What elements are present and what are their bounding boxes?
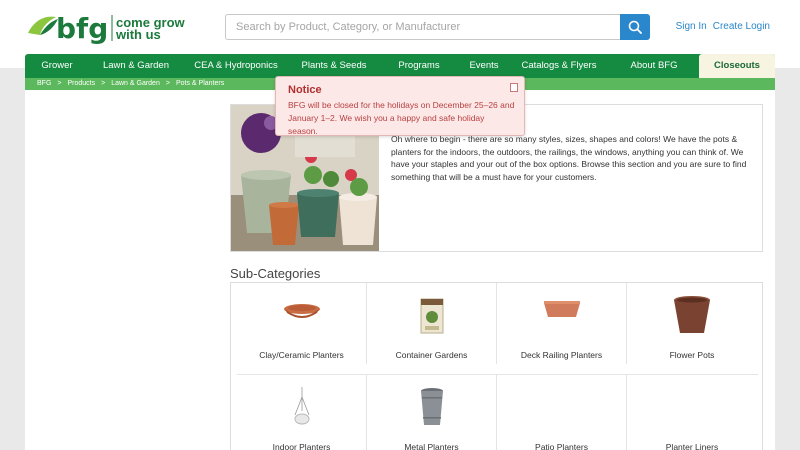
sign-in-link[interactable]: Sign In bbox=[676, 21, 707, 32]
subcategory-label: Clay/Ceramic Planters bbox=[259, 350, 344, 360]
main-nav: Grower Lawn & Garden CEA & Hydroponics P… bbox=[25, 54, 775, 78]
nav-closeouts[interactable]: Closeouts bbox=[699, 54, 775, 78]
subcategory-label: Patio Planters bbox=[535, 442, 588, 450]
search-icon bbox=[628, 20, 642, 34]
nav-events[interactable]: Events bbox=[459, 54, 509, 78]
subcategory-label: Container Gardens bbox=[395, 350, 468, 360]
subcategory-label: Indoor Planters bbox=[272, 442, 331, 450]
logo-wordmark: bfg bbox=[56, 12, 108, 45]
subcategory-clay-ceramic[interactable]: Clay/Ceramic Planters bbox=[237, 283, 367, 364]
nav-cea-hydroponics[interactable]: CEA & Hydroponics bbox=[183, 54, 289, 78]
notice-close-icon[interactable] bbox=[510, 83, 518, 92]
nav-grower[interactable]: Grower bbox=[25, 54, 89, 78]
breadcrumb-separator: > bbox=[101, 80, 106, 87]
subcategory-label: Flower Pots bbox=[669, 350, 715, 360]
notice-popup: Notice BFG will be closed for the holida… bbox=[275, 76, 525, 136]
hanging-planter-image bbox=[294, 387, 309, 425]
breadcrumb-separator: > bbox=[165, 80, 170, 87]
subcategory-metal-planters[interactable]: Metal Planters bbox=[367, 375, 497, 450]
nav-programs[interactable]: Programs bbox=[379, 54, 459, 78]
breadcrumb-pots-planters[interactable]: Pots & Planters bbox=[176, 78, 224, 90]
subcategories-heading: Sub-Categories bbox=[230, 266, 321, 281]
subcategory-deck-railing[interactable]: Deck Railing Planters bbox=[497, 283, 627, 364]
notice-title: Notice bbox=[288, 84, 322, 96]
breadcrumb-separator: > bbox=[57, 80, 62, 87]
deck-railing-planter-image bbox=[543, 301, 580, 317]
flower-pot-image bbox=[674, 296, 710, 333]
search-bar bbox=[225, 14, 650, 40]
subcategory-planter-liners[interactable]: Planter Liners bbox=[627, 375, 757, 450]
container-garden-kit-image bbox=[420, 298, 443, 334]
auth-links: Sign In Create Login bbox=[676, 21, 770, 32]
subcategory-label: Planter Liners bbox=[665, 442, 719, 450]
breadcrumb-lawn-garden[interactable]: Lawn & Garden bbox=[111, 78, 160, 90]
main-content: Oh where to begin - there are so many st… bbox=[25, 90, 775, 450]
nav-lawn-garden[interactable]: Lawn & Garden bbox=[89, 54, 183, 78]
subcategory-container-gardens[interactable]: Container Gardens bbox=[367, 283, 497, 364]
breadcrumb-products[interactable]: Products bbox=[67, 78, 95, 90]
nav-about-bfg[interactable]: About BFG bbox=[609, 54, 699, 78]
clay-saucer-image bbox=[283, 304, 320, 318]
search-input[interactable] bbox=[225, 14, 620, 40]
subcategory-patio-planters[interactable]: Patio Planters bbox=[497, 375, 627, 450]
nav-plants-seeds[interactable]: Plants & Seeds bbox=[289, 54, 379, 78]
logo-tagline: come grow with us bbox=[116, 16, 185, 42]
subcategory-label: Metal Planters bbox=[404, 442, 459, 450]
subcategories-grid: Clay/Ceramic Planters Container Gardens … bbox=[230, 282, 763, 450]
tagline-line2: with us bbox=[116, 27, 161, 42]
notice-body: BFG will be closed for the holidays on D… bbox=[288, 100, 515, 136]
breadcrumb-bfg[interactable]: BFG bbox=[37, 78, 51, 90]
subcategory-flower-pots[interactable]: Flower Pots bbox=[627, 283, 757, 364]
nav-catalogs-flyers[interactable]: Catalogs & Flyers bbox=[509, 54, 609, 78]
subcategory-indoor-planters[interactable]: Indoor Planters bbox=[237, 375, 367, 450]
create-login-link[interactable]: Create Login bbox=[713, 21, 770, 32]
subcategory-label: Deck Railing Planters bbox=[520, 350, 603, 360]
metal-planter-image bbox=[420, 388, 443, 425]
search-button[interactable] bbox=[620, 14, 650, 40]
category-description: Oh where to begin - there are so many st… bbox=[391, 134, 747, 182]
